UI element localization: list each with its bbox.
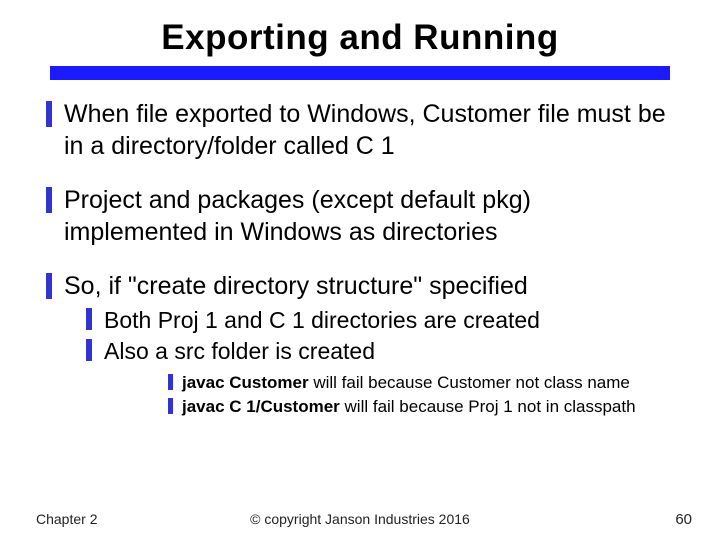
plain-text: will fail because Proj 1 not in classpat…	[340, 397, 636, 416]
slide-title: Exporting and Running	[40, 18, 680, 58]
footer-center: © copyright Janson Industries 2016	[0, 511, 720, 527]
subsub-bullet-group: javac Customer will fail because Custome…	[86, 372, 674, 418]
slide: Exporting and Running When file exported…	[0, 0, 720, 540]
bullet-text: When file exported to Windows, Customer …	[64, 98, 674, 162]
bullet-level-1: When file exported to Windows, Customer …	[46, 98, 674, 162]
bullet-list: When file exported to Windows, Customer …	[40, 98, 680, 418]
code-text: javac C 1/Customer	[182, 397, 340, 416]
bullet-level-1: So, if "create directory structure" spec…	[46, 270, 674, 302]
bullet-text: javac C 1/Customer will fail because Pro…	[182, 396, 636, 418]
plain-text: will fail because Customer not class nam…	[309, 373, 630, 392]
bullet-text: Also a src folder is created	[104, 337, 375, 366]
bullet-text: Project and packages (except default pkg…	[64, 184, 674, 248]
bullet-marker-icon	[46, 273, 52, 299]
bullet-marker-icon	[86, 339, 92, 361]
bullet-level-3: javac Customer will fail because Custome…	[168, 372, 674, 394]
bullet-marker-icon	[168, 374, 173, 390]
title-underline	[50, 66, 670, 80]
footer: Chapter 2 © copyright Janson Industries …	[0, 511, 720, 528]
bullet-marker-icon	[168, 398, 173, 414]
bullet-level-2: Both Proj 1 and C 1 directories are crea…	[86, 306, 674, 335]
bullet-level-3: javac C 1/Customer will fail because Pro…	[168, 396, 674, 418]
bullet-marker-icon	[46, 101, 52, 127]
bullet-level-2: Also a src folder is created	[86, 337, 674, 366]
bullet-marker-icon	[46, 187, 52, 213]
bullet-level-1: Project and packages (except default pkg…	[46, 184, 674, 248]
bullet-text: javac Customer will fail because Custome…	[182, 372, 630, 394]
bullet-text: So, if "create directory structure" spec…	[64, 270, 528, 302]
bullet-text: Both Proj 1 and C 1 directories are crea…	[104, 306, 540, 335]
bullet-marker-icon	[86, 308, 92, 330]
code-text: javac Customer	[182, 373, 309, 392]
sub-bullet-group: Both Proj 1 and C 1 directories are crea…	[46, 306, 674, 418]
